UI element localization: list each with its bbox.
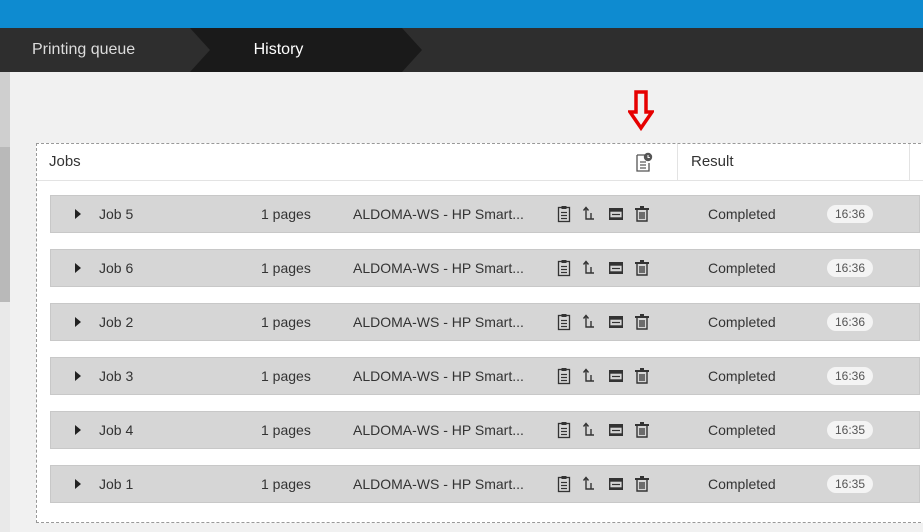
printer-icon[interactable] <box>607 313 625 331</box>
column-divider <box>909 144 910 180</box>
document-icon[interactable] <box>555 475 573 493</box>
tab-printing-queue-label: Printing queue <box>32 41 136 58</box>
reprint-icon[interactable] <box>581 205 599 223</box>
trash-icon[interactable] <box>633 205 651 223</box>
table-row[interactable]: Job 4 1 pages ALDOMA-WS - HP Smart... Co… <box>50 411 920 449</box>
table-row[interactable]: Job 6 1 pages ALDOMA-WS - HP Smart... Co… <box>50 249 920 287</box>
tab-printing-queue[interactable]: Printing queue <box>0 28 205 72</box>
job-pages: 1 pages <box>261 422 311 438</box>
job-printer: ALDOMA-WS - HP Smart... <box>353 476 524 492</box>
expand-caret-icon[interactable] <box>75 425 81 435</box>
expand-caret-icon[interactable] <box>75 371 81 381</box>
job-status: Completed <box>708 206 776 222</box>
left-rail-segment <box>0 72 10 147</box>
reprint-icon[interactable] <box>581 367 599 385</box>
job-status: Completed <box>708 476 776 492</box>
job-status: Completed <box>708 314 776 330</box>
printer-icon[interactable] <box>607 367 625 385</box>
job-status: Completed <box>708 260 776 276</box>
printer-icon[interactable] <box>607 475 625 493</box>
time-badge: 16:36 <box>827 205 873 223</box>
document-icon[interactable] <box>555 367 573 385</box>
left-rail <box>0 72 10 532</box>
job-status: Completed <box>708 368 776 384</box>
expand-caret-icon[interactable] <box>75 209 81 219</box>
time-badge: 16:36 <box>827 367 873 385</box>
job-status: Completed <box>708 422 776 438</box>
job-printer: ALDOMA-WS - HP Smart... <box>353 206 524 222</box>
reprint-icon[interactable] <box>581 475 599 493</box>
table-row[interactable]: Job 3 1 pages ALDOMA-WS - HP Smart... Co… <box>50 357 920 395</box>
table-header: Jobs Result <box>37 144 923 181</box>
job-pages: 1 pages <box>261 260 311 276</box>
job-name: Job 1 <box>99 476 134 492</box>
reprint-icon[interactable] <box>581 313 599 331</box>
left-rail-segment <box>0 302 10 532</box>
column-divider <box>677 144 678 180</box>
job-pages: 1 pages <box>261 314 311 330</box>
table-row[interactable]: Job 5 1 pages ALDOMA-WS - HP Smart... Co… <box>50 195 920 233</box>
table-row[interactable]: Job 1 1 pages ALDOMA-WS - HP Smart... Co… <box>50 465 920 503</box>
job-name: Job 3 <box>99 368 134 384</box>
expand-caret-icon[interactable] <box>75 263 81 273</box>
document-icon[interactable] <box>555 205 573 223</box>
job-name: Job 5 <box>99 206 134 222</box>
time-badge: 16:36 <box>827 259 873 277</box>
trash-icon[interactable] <box>633 421 651 439</box>
reprint-icon[interactable] <box>581 259 599 277</box>
job-printer: ALDOMA-WS - HP Smart... <box>353 314 524 330</box>
job-pages: 1 pages <box>261 206 311 222</box>
column-header-result: Result <box>691 153 734 170</box>
tab-history[interactable]: History <box>190 28 422 72</box>
job-printer: ALDOMA-WS - HP Smart... <box>353 260 524 276</box>
column-header-jobs: Jobs <box>49 153 81 170</box>
document-icon[interactable] <box>555 259 573 277</box>
job-pages: 1 pages <box>261 476 311 492</box>
down-arrow-icon <box>628 90 654 132</box>
time-badge: 16:36 <box>827 313 873 331</box>
table-row[interactable]: Job 2 1 pages ALDOMA-WS - HP Smart... Co… <box>50 303 920 341</box>
expand-caret-icon[interactable] <box>75 317 81 327</box>
job-name: Job 2 <box>99 314 134 330</box>
top-accent-bar <box>0 0 923 28</box>
trash-icon[interactable] <box>633 313 651 331</box>
job-printer: ALDOMA-WS - HP Smart... <box>353 368 524 384</box>
expand-caret-icon[interactable] <box>75 479 81 489</box>
job-pages: 1 pages <box>261 368 311 384</box>
document-icon[interactable] <box>555 421 573 439</box>
time-badge: 16:35 <box>827 475 873 493</box>
job-name: Job 4 <box>99 422 134 438</box>
breadcrumb: Printing queue History <box>0 28 923 72</box>
time-badge: 16:35 <box>827 421 873 439</box>
job-printer: ALDOMA-WS - HP Smart... <box>353 422 524 438</box>
trash-icon[interactable] <box>633 475 651 493</box>
tab-history-label: History <box>253 41 304 58</box>
document-icon[interactable] <box>555 313 573 331</box>
reprint-icon[interactable] <box>581 421 599 439</box>
job-info-icon[interactable] <box>635 152 653 172</box>
printer-icon[interactable] <box>607 421 625 439</box>
printer-icon[interactable] <box>607 205 625 223</box>
job-name: Job 6 <box>99 260 134 276</box>
trash-icon[interactable] <box>633 259 651 277</box>
printer-icon[interactable] <box>607 259 625 277</box>
trash-icon[interactable] <box>633 367 651 385</box>
